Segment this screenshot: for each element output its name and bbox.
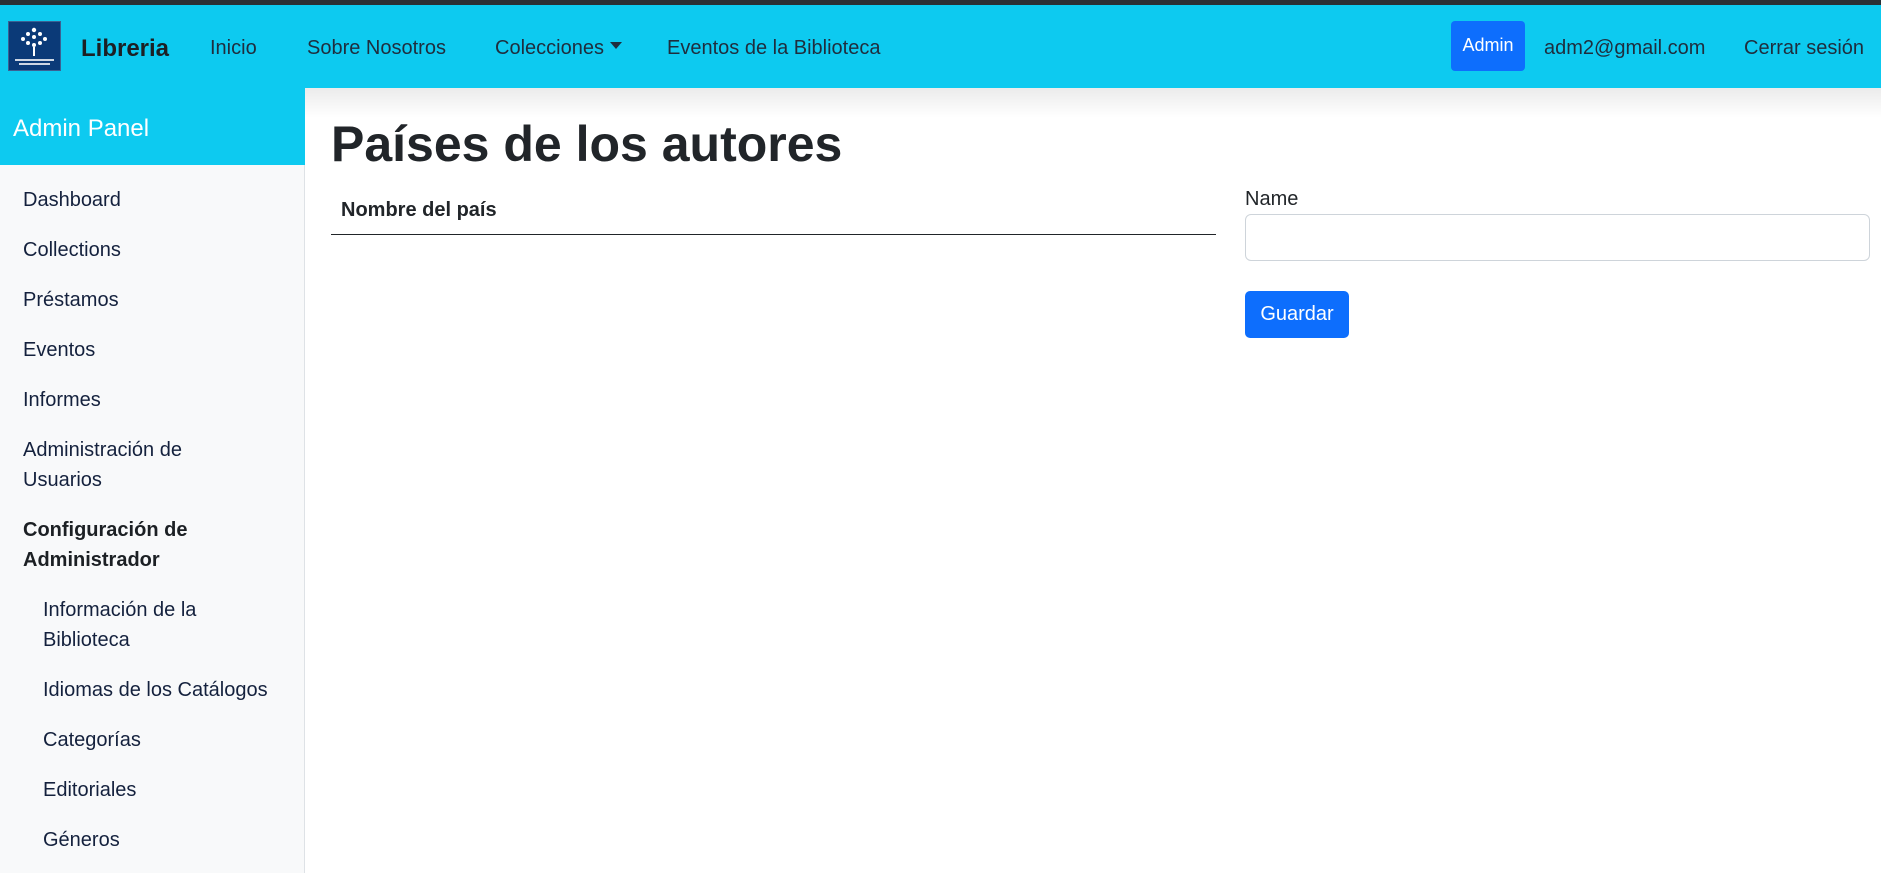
logout-link[interactable]: Cerrar sesión	[1744, 37, 1864, 60]
sidebar-header: Admin Panel	[0, 88, 305, 165]
user-email[interactable]: adm2@gmail.com	[1544, 37, 1705, 60]
nav-link-sobre-nosotros[interactable]: Sobre Nosotros	[307, 37, 446, 60]
nav-dropdown-colecciones[interactable]: Colecciones	[495, 37, 622, 60]
name-field-label: Name	[1245, 188, 1299, 210]
sidebar-subitem-idiomas[interactable]: Idiomas de los Catálogos	[43, 675, 268, 705]
name-field[interactable]	[1245, 214, 1870, 261]
page-title: Países de los autores	[331, 116, 843, 172]
nav-link-inicio[interactable]: Inicio	[210, 37, 257, 60]
top-navbar: Libreria Inicio Sobre Nosotros Coleccion…	[0, 5, 1881, 88]
nav-link-eventos[interactable]: Eventos de la Biblioteca	[667, 37, 880, 60]
brand-name[interactable]: Libreria	[81, 35, 169, 63]
sidebar-subitem-editoriales[interactable]: Editoriales	[43, 775, 136, 805]
sidebar-section-configuracion: Configuración de Administrador	[23, 519, 188, 571]
sidebar-item-prestamos[interactable]: Préstamos	[23, 285, 119, 315]
sidebar-subitem-categorias[interactable]: Categorías	[43, 725, 141, 755]
university-logo-icon[interactable]	[8, 21, 61, 71]
content-top-shadow	[305, 88, 1881, 118]
caret-down-icon	[609, 42, 622, 50]
sidebar-item-eventos[interactable]: Eventos	[23, 335, 95, 365]
sidebar-item-informes[interactable]: Informes	[23, 385, 101, 415]
sidebar-item-collections[interactable]: Collections	[23, 235, 121, 265]
sidebar-item-dashboard[interactable]: Dashboard	[23, 185, 121, 215]
admin-sidebar: Admin Panel Dashboard Collections Présta…	[0, 88, 305, 873]
sidebar-item-administracion-usuarios[interactable]: Administración de Usuarios	[23, 435, 223, 495]
column-header-nombre-pais: Nombre del país	[341, 199, 497, 221]
nav-dropdown-colecciones-label: Colecciones	[495, 37, 604, 59]
sidebar-subitem-generos[interactable]: Géneros	[43, 825, 120, 855]
admin-badge[interactable]: Admin	[1451, 21, 1525, 71]
countries-table-header: Nombre del país	[331, 191, 1216, 235]
sidebar-subitem-informacion-biblioteca[interactable]: Información de la Biblioteca	[43, 595, 233, 655]
save-button[interactable]: Guardar	[1245, 291, 1349, 338]
